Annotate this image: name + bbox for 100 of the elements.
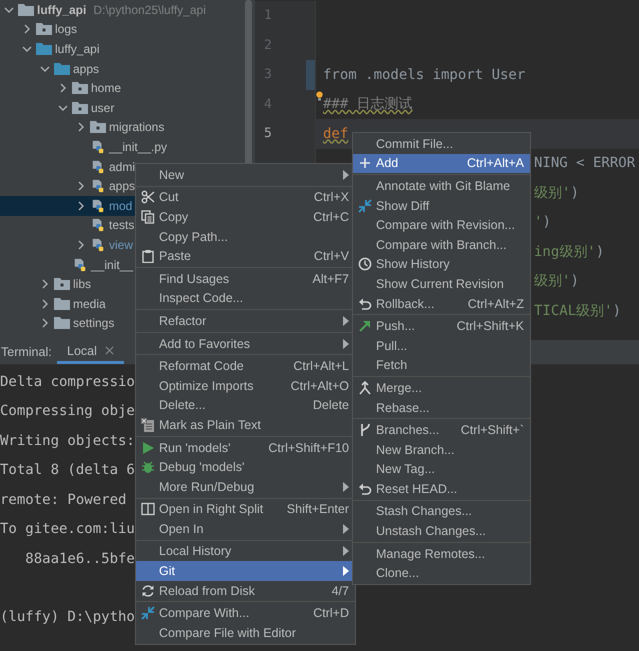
menu-item[interactable]: Unstash Changes... <box>353 521 530 541</box>
submenu-arrow-icon <box>343 316 349 326</box>
chevron-right-icon[interactable] <box>76 200 86 211</box>
menu-item[interactable]: Open in Right Split Shift+Enter <box>136 500 355 520</box>
menu-item[interactable]: Merge... <box>353 378 530 398</box>
chevron-down-icon[interactable] <box>4 4 14 15</box>
chevron-down-icon[interactable] <box>22 44 32 54</box>
clipboard-icon <box>140 249 154 264</box>
menu-item[interactable]: Pull... <box>353 336 530 356</box>
submenu-arrow-icon <box>343 338 349 349</box>
menu-item[interactable]: Copy Path... <box>136 226 355 246</box>
tree-item[interactable]: user <box>0 98 255 118</box>
menu-item[interactable]: Annotate with Git Blame <box>353 176 530 196</box>
menu-item[interactable]: Inspect Code... <box>136 288 355 308</box>
code-line: ') <box>534 214 551 230</box>
menu-item[interactable]: Find Usages Alt+F7 <box>136 268 355 289</box>
chevron-down-icon[interactable] <box>40 64 50 74</box>
menu-item[interactable]: Add to Favorites <box>136 334 355 354</box>
code-line: TICAL级别') <box>534 302 622 320</box>
reload-icon <box>140 584 154 598</box>
menu-item[interactable]: Show Diff <box>353 196 530 216</box>
menu-item[interactable]: Rebase... <box>353 398 530 418</box>
chevron-right-icon[interactable] <box>76 181 86 192</box>
menu-item[interactable]: Add Ctrl+Alt+A <box>353 154 530 174</box>
panel-title: Terminal: <box>0 344 53 361</box>
code-line: ing级别') <box>534 242 604 261</box>
menu-item[interactable]: Delete... Delete <box>136 396 355 416</box>
menu-item[interactable]: Mark as Plain Text <box>136 415 355 435</box>
menu-item[interactable]: New <box>136 165 355 185</box>
plain-text-icon <box>140 418 154 432</box>
tree-item[interactable]: logs <box>0 20 255 40</box>
menu-item[interactable]: Fetch <box>353 356 530 376</box>
terminal-line: 88aa1e6..5bfe <box>24 550 135 567</box>
folder-icon <box>72 100 88 115</box>
menu-item[interactable]: Reformat Code Ctrl+Alt+L <box>136 356 355 376</box>
terminal-line: Delta compressio <box>0 374 135 390</box>
menu-item[interactable]: Show History <box>353 254 530 274</box>
menu-item[interactable]: Reset HEAD... <box>353 479 530 499</box>
python-file-icon <box>90 140 106 154</box>
chevron-right-icon[interactable] <box>40 298 50 309</box>
menu-item[interactable]: Rollback... Ctrl+Alt+Z <box>353 294 530 314</box>
menu-item[interactable]: Reload from Disk 4/7 <box>136 580 355 600</box>
submenu-arrow-icon <box>343 566 349 576</box>
chevron-right-icon[interactable] <box>76 122 86 132</box>
menu-item[interactable]: Manage Remotes... <box>353 544 530 564</box>
menu-item[interactable]: New Tag... <box>353 460 530 480</box>
menu-item[interactable]: Run 'models' Ctrl+Shift+F10 <box>136 438 355 458</box>
menu-item[interactable]: Open In <box>136 519 355 539</box>
tree-item[interactable]: migrations <box>0 118 255 138</box>
python-file-icon <box>90 179 106 194</box>
menu-item[interactable]: Compare With... Ctrl+D <box>136 603 355 624</box>
menu-item[interactable]: Git <box>136 561 355 581</box>
chevron-right-icon[interactable] <box>58 83 68 94</box>
tree-item[interactable]: home <box>0 78 255 98</box>
menu-item[interactable]: Stash Changes... <box>353 502 530 522</box>
python-file-icon <box>90 198 106 213</box>
menu-item[interactable]: Optimize Imports Ctrl+Alt+O <box>136 376 355 396</box>
code-line: def <box>323 126 348 142</box>
code-line: 级别') <box>534 272 579 290</box>
chevron-right-icon[interactable] <box>76 240 86 250</box>
menu-item[interactable]: Refactor <box>136 311 355 331</box>
scrollbar-thumb[interactable] <box>245 0 252 165</box>
menu-item[interactable]: New Branch... <box>353 440 530 460</box>
project-path: D:\python25\luffy_api <box>93 2 206 17</box>
change-marker <box>306 60 315 90</box>
bug-icon <box>140 460 154 474</box>
close-icon[interactable] <box>104 346 114 355</box>
chevron-down-icon[interactable] <box>58 102 68 113</box>
menu-item[interactable]: Debug 'models' <box>136 457 355 477</box>
chevron-right-icon[interactable] <box>22 24 32 34</box>
clock-icon <box>358 257 372 272</box>
terminal-line: Total 8 (delta 6 <box>0 462 135 478</box>
menu-item[interactable]: Show Current Revision <box>353 274 530 294</box>
terminal-line: Writing objects: <box>0 432 135 449</box>
menu-item[interactable]: Commit File... <box>353 134 530 154</box>
menu-item[interactable]: Compare with Branch... <box>353 234 530 255</box>
run-icon <box>140 440 154 455</box>
code-line: NING < ERROR <box>534 155 636 172</box>
lightbulb-icon[interactable] <box>316 90 323 100</box>
folder-icon <box>54 277 70 292</box>
menu-item[interactable]: More Run/Debug <box>136 476 355 496</box>
chevron-right-icon[interactable] <box>40 318 50 328</box>
menu-item[interactable]: Local History <box>136 542 355 562</box>
folder-icon <box>18 2 34 17</box>
tree-item[interactable]: __init__.py <box>0 137 255 157</box>
menu-item[interactable]: Clone... <box>353 563 530 584</box>
chevron-right-icon[interactable] <box>40 279 50 290</box>
tree-item[interactable]: apps <box>0 58 255 78</box>
menu-item[interactable]: Paste Ctrl+V <box>136 246 355 266</box>
compare-icon <box>358 198 372 213</box>
menu-item[interactable]: Compare File with Editor <box>136 623 355 643</box>
menu-item[interactable]: Push... Ctrl+Shift+K <box>353 316 530 336</box>
copy-icon <box>140 210 154 224</box>
menu-item[interactable]: Compare with Revision... <box>353 215 530 235</box>
folder-icon <box>54 316 70 330</box>
menu-item[interactable]: Branches... Ctrl+Shift+` <box>353 420 530 440</box>
terminal-tab[interactable]: Local <box>57 340 124 364</box>
tree-item[interactable]: luffy_api D:\python25\luffy_api <box>0 0 255 20</box>
tree-item[interactable]: luffy_api <box>0 39 255 59</box>
compare-icon <box>140 606 154 620</box>
